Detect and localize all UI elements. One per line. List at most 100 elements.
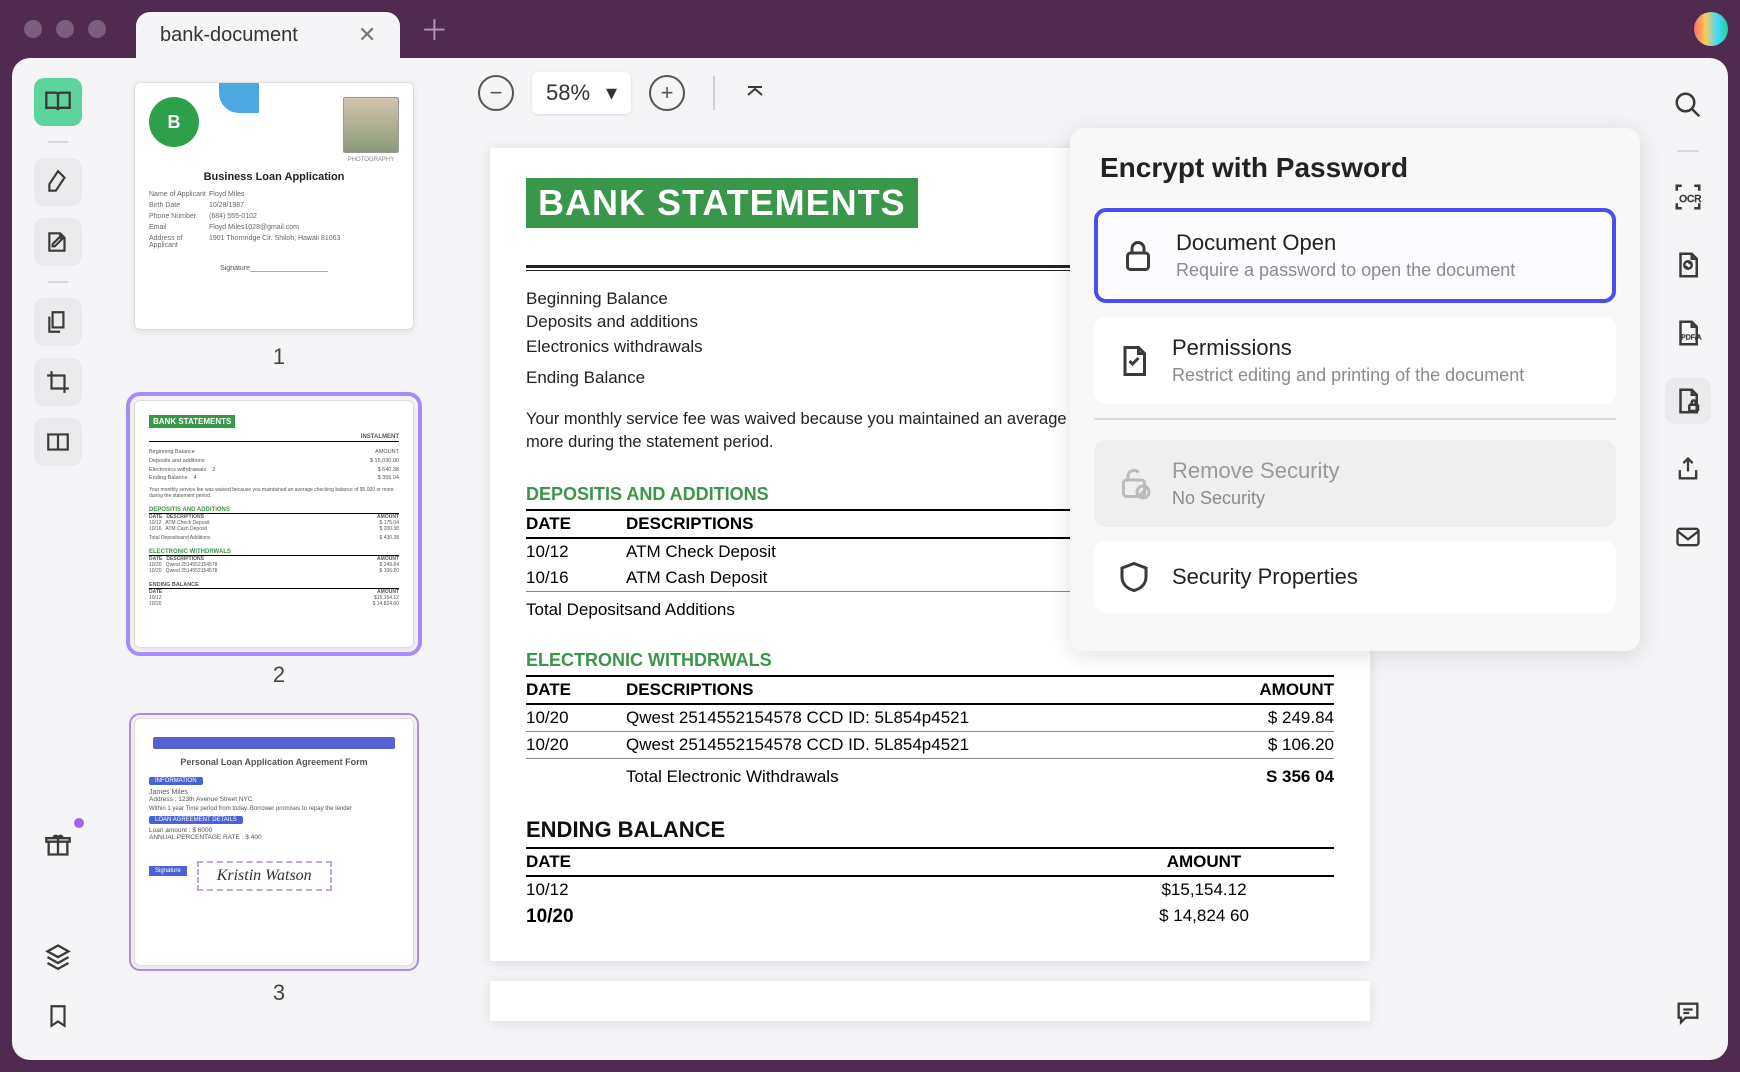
maximize-window-button[interactable] bbox=[88, 20, 106, 38]
convert-button[interactable] bbox=[1665, 242, 1711, 288]
highlight-tool-button[interactable] bbox=[34, 158, 82, 206]
thumb-title: BANK STATEMENTS bbox=[149, 415, 235, 428]
pdfa-icon: PDF/A bbox=[1673, 318, 1703, 348]
option-title: Remove Security bbox=[1172, 458, 1594, 484]
book-open-icon bbox=[44, 88, 72, 116]
right-rail: OCR PDF/A bbox=[1648, 58, 1728, 1060]
add-tab-button[interactable]: ＋ bbox=[420, 9, 448, 49]
lock-icon bbox=[1120, 238, 1156, 274]
mail-icon bbox=[1674, 523, 1702, 551]
gift-button[interactable] bbox=[34, 820, 82, 868]
share-button[interactable] bbox=[1665, 446, 1711, 492]
app-body: B PHOTOGRAPHY Business Loan Application … bbox=[12, 58, 1728, 1060]
crop-icon bbox=[45, 369, 71, 395]
photo-label: PHOTOGRAPHY bbox=[343, 157, 399, 163]
file-lock-icon bbox=[1673, 386, 1703, 416]
chevron-up-line-icon bbox=[743, 80, 767, 104]
convert-icon bbox=[1673, 250, 1703, 280]
option-subtitle: No Security bbox=[1172, 488, 1594, 509]
ocr-button[interactable]: OCR bbox=[1665, 174, 1711, 220]
thumb-number: 2 bbox=[134, 662, 424, 688]
bookmark-button[interactable] bbox=[34, 992, 82, 1040]
ending-balance-header: ENDING BALANCE bbox=[526, 817, 1334, 843]
thumb-title: Personal Loan Application Agreement Form bbox=[149, 757, 399, 767]
applicant-photo bbox=[343, 97, 399, 153]
gift-icon bbox=[44, 830, 72, 858]
search-icon bbox=[1673, 90, 1703, 120]
option-title: Document Open bbox=[1176, 230, 1590, 256]
thumb-title: Business Loan Application bbox=[149, 171, 399, 183]
collapse-button[interactable] bbox=[743, 80, 767, 107]
zoom-level-select[interactable]: 58% ▾ bbox=[532, 72, 631, 114]
ocr-icon: OCR bbox=[1673, 182, 1703, 212]
left-rail bbox=[12, 58, 104, 1060]
svg-text:OCR: OCR bbox=[1679, 194, 1701, 205]
compare-tool-button[interactable] bbox=[34, 418, 82, 466]
highlighter-icon bbox=[45, 169, 71, 195]
option-subtitle: Restrict editing and printing of the doc… bbox=[1172, 365, 1594, 386]
minimize-window-button[interactable] bbox=[56, 20, 74, 38]
notification-dot-icon bbox=[74, 818, 84, 828]
signature: Kristin Watson bbox=[217, 867, 312, 884]
page-thumbnail-1[interactable]: B PHOTOGRAPHY Business Loan Application … bbox=[134, 82, 414, 330]
chevron-down-icon: ▾ bbox=[606, 80, 617, 106]
app-logo-icon bbox=[1694, 12, 1728, 46]
reader-mode-button[interactable] bbox=[34, 78, 82, 126]
permissions-icon bbox=[1116, 343, 1152, 379]
thumbnail-panel: B PHOTOGRAPHY Business Loan Application … bbox=[104, 58, 454, 1060]
layers-button[interactable] bbox=[34, 932, 82, 980]
zoom-value: 58% bbox=[546, 80, 590, 106]
thumb-header-bar bbox=[153, 737, 395, 749]
tab-close-button[interactable]: ✕ bbox=[358, 22, 376, 48]
rail-separator bbox=[48, 281, 68, 283]
page-thumbnail-3[interactable]: Personal Loan Application Agreement Form… bbox=[134, 718, 414, 966]
document-page-next bbox=[490, 981, 1370, 1021]
option-title: Permissions bbox=[1172, 335, 1594, 361]
document-tab[interactable]: bank-document ✕ bbox=[136, 12, 400, 58]
document-open-option[interactable]: Document Open Require a password to open… bbox=[1094, 208, 1616, 303]
page-tool-button[interactable] bbox=[34, 298, 82, 346]
share-icon bbox=[1674, 455, 1702, 483]
security-properties-option[interactable]: Security Properties bbox=[1094, 541, 1616, 613]
rail-separator bbox=[1677, 150, 1699, 152]
compare-icon bbox=[45, 429, 71, 455]
permissions-option[interactable]: Permissions Restrict editing and printin… bbox=[1094, 317, 1616, 404]
crop-tool-button[interactable] bbox=[34, 358, 82, 406]
loan-tag: LOAN AGREEMENT DETAILS bbox=[149, 816, 243, 824]
panel-title: Encrypt with Password bbox=[1100, 152, 1616, 184]
viewer-toolbar: − 58% ▾ + bbox=[454, 58, 1648, 128]
svg-text:PDF/A: PDF/A bbox=[1681, 334, 1702, 341]
encrypt-panel: Encrypt with Password Document Open Requ… bbox=[1070, 128, 1640, 651]
layers-icon bbox=[44, 942, 72, 970]
toolbar-separator bbox=[713, 76, 715, 110]
panel-separator bbox=[1094, 418, 1616, 420]
tab-title: bank-document bbox=[160, 24, 298, 47]
option-title: Security Properties bbox=[1172, 564, 1594, 590]
pages-icon bbox=[45, 309, 71, 335]
encrypt-button[interactable] bbox=[1665, 378, 1711, 424]
unlock-icon bbox=[1116, 465, 1152, 501]
close-window-button[interactable] bbox=[24, 20, 42, 38]
comment-icon bbox=[1674, 999, 1702, 1027]
thumb-number: 1 bbox=[134, 344, 424, 370]
search-button[interactable] bbox=[1665, 82, 1711, 128]
edit-text-button[interactable] bbox=[34, 218, 82, 266]
window-controls bbox=[24, 20, 106, 38]
edit-document-icon bbox=[45, 229, 71, 255]
zoom-out-button[interactable]: − bbox=[478, 75, 514, 111]
title-bar: bank-document ✕ ＋ bbox=[0, 0, 1740, 58]
page-thumbnail-2[interactable]: BANK STATEMENTS INSTALMENT Beginning Bal… bbox=[134, 400, 414, 648]
withdrawals-section-header: ELECTRONIC WITHDRWALS bbox=[526, 650, 1334, 671]
option-subtitle: Require a password to open the document bbox=[1176, 260, 1590, 281]
thumb-number: 3 bbox=[134, 980, 424, 1006]
zoom-in-button[interactable]: + bbox=[649, 75, 685, 111]
remove-security-option: Remove Security No Security bbox=[1094, 440, 1616, 527]
mail-button[interactable] bbox=[1665, 514, 1711, 560]
comments-button[interactable] bbox=[1665, 990, 1711, 1036]
rail-separator bbox=[48, 141, 68, 143]
bank-logo-icon: B bbox=[149, 97, 199, 147]
pdfa-button[interactable]: PDF/A bbox=[1665, 310, 1711, 356]
shield-icon bbox=[1116, 559, 1152, 595]
bookmark-icon bbox=[45, 1003, 71, 1029]
document-title: BANK STATEMENTS bbox=[526, 178, 918, 228]
